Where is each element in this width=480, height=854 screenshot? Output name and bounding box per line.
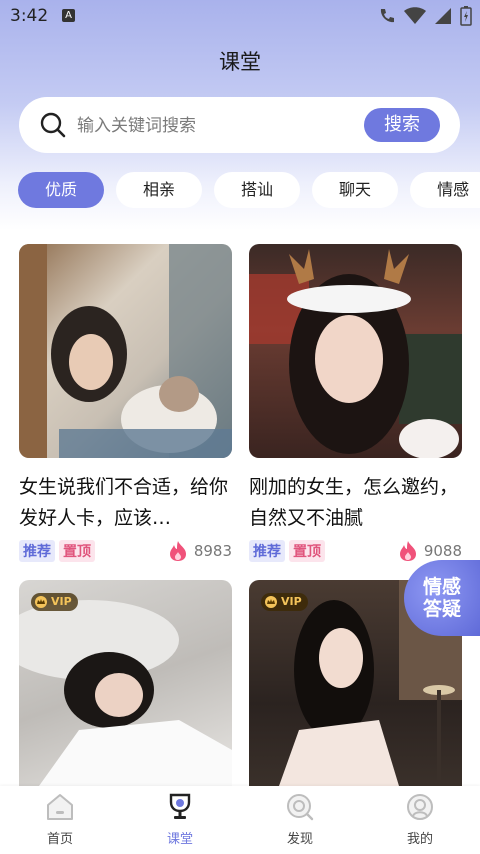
course-card[interactable]: 刚加的女生，怎么邀约，自然又不油腻 推荐 置顶 9088 [249,244,462,564]
course-card[interactable]: VIP [19,580,232,786]
home-icon [47,794,73,820]
profile-icon [407,794,433,820]
tab-dashan[interactable]: 搭讪 [214,172,301,208]
bottom-nav: 首页 课堂 发现 我的 [0,786,480,854]
course-title: 刚加的女生，怎么邀约，自然又不油腻 [249,476,459,529]
thumbnail-art [19,244,232,458]
wifi-icon [404,7,426,24]
recommend-tag: 推荐 [249,540,285,562]
nav-home[interactable]: 首页 [20,792,100,847]
status-time: 3:42 [10,6,49,26]
search-icon [40,112,66,138]
nav-label: 课堂 [166,832,193,847]
page-title: 课堂 [219,50,261,74]
battery-icon [460,6,472,26]
course-meta: 推荐 置顶 8983 [19,540,232,564]
nav-label: 发现 [286,832,313,847]
tab-xiangqin[interactable]: 相亲 [116,172,203,208]
nav-classroom[interactable]: 课堂 [140,792,220,847]
nav-label: 我的 [406,832,433,847]
course-thumbnail[interactable] [19,244,232,458]
search-button[interactable]: 搜索 [364,108,440,142]
discover-icon [287,794,314,821]
heat-value: 8983 [193,542,232,560]
course-title: 女生说我们不合适，给你发好人卡，应该… [19,476,229,529]
flame-icon [169,541,186,561]
category-tabs: 优质 相亲 搭讪 聊天 情感 [18,172,480,210]
nav-discover[interactable]: 发现 [260,792,340,847]
thumbnail-art [249,249,462,458]
vip-label: VIP [281,595,302,608]
vip-badge: VIP [31,593,78,611]
search-bar: 搜索 [19,97,460,153]
course-thumbnail[interactable]: VIP [19,580,232,786]
heat-value: 9088 [423,542,462,560]
nav-label: 首页 [46,832,73,847]
tab-qinggan[interactable]: 情感 [410,172,480,208]
search-input[interactable] [75,111,359,141]
trophy-icon [169,793,191,819]
nav-profile[interactable]: 我的 [380,792,460,847]
float-line-1: 情感 [422,576,461,598]
course-card[interactable]: 女生说我们不合适，给你发好人卡，应该… 推荐 置顶 8983 [19,244,232,564]
notification-a-icon: A [62,9,75,22]
float-line-2: 答疑 [422,598,461,620]
pinned-tag: 置顶 [59,540,95,562]
course-meta: 推荐 置顶 9088 [249,540,462,564]
tab-youzhi[interactable]: 优质 [18,172,105,208]
pinned-tag: 置顶 [289,540,325,562]
crown-icon [35,596,47,608]
vip-badge: VIP [261,593,308,611]
emotion-qa-float-button[interactable]: 情感 答疑 [404,560,480,636]
crown-icon [265,596,277,608]
heat-count: 8983 [168,540,232,562]
vip-label: VIP [51,595,72,608]
flame-icon [399,541,416,561]
signal-icon [435,8,451,24]
phone-wifi-icon [380,9,394,23]
course-thumbnail[interactable] [249,244,462,458]
recommend-tag: 推荐 [19,540,55,562]
status-icons [378,6,472,26]
tab-liaotian[interactable]: 聊天 [312,172,399,208]
status-bar: 3:42 A [0,0,480,34]
heat-count: 9088 [398,540,462,562]
